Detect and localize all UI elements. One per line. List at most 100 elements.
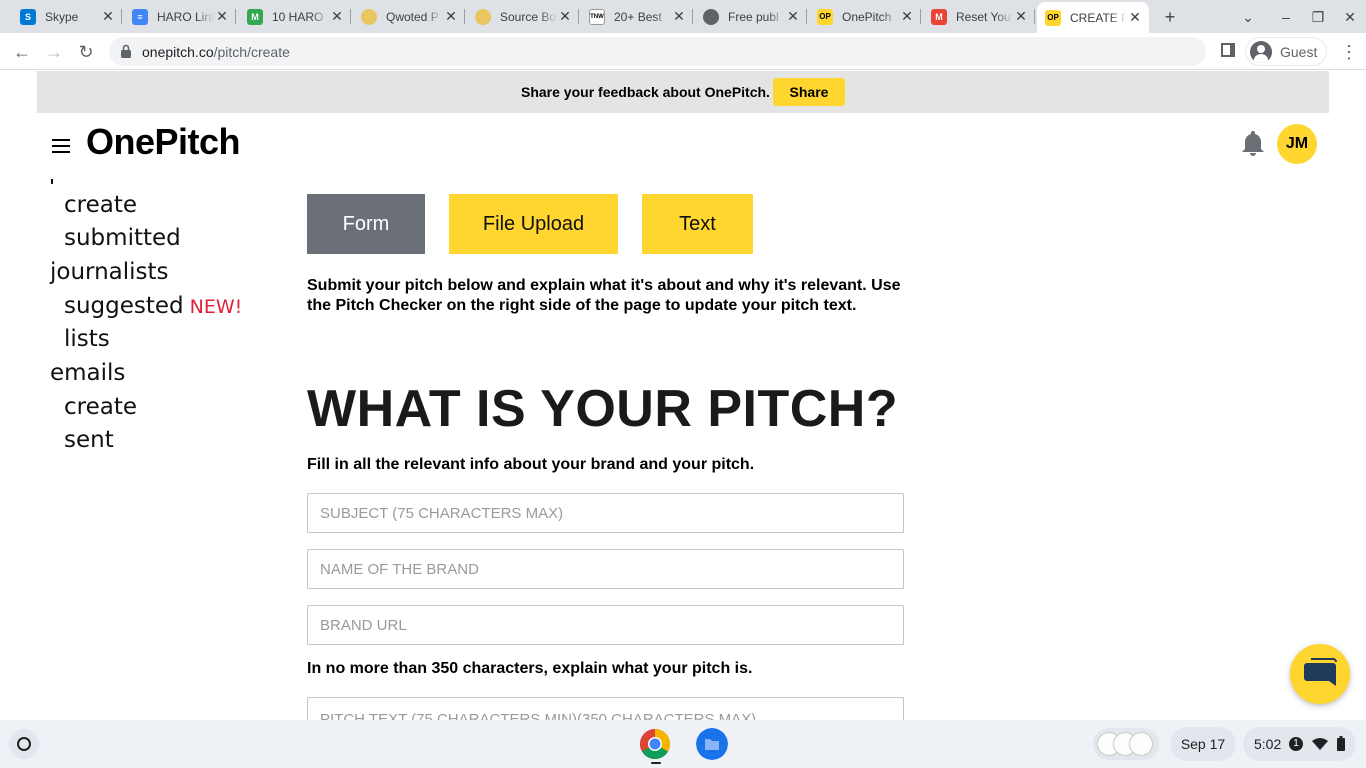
browser-tab[interactable]: Free publ ✕ bbox=[695, 4, 807, 29]
close-tab-icon[interactable]: ✕ bbox=[1013, 8, 1029, 25]
file-upload-mode-button[interactable]: File Upload bbox=[449, 194, 618, 254]
coin-icon bbox=[361, 8, 377, 25]
files-app-icon[interactable] bbox=[696, 728, 728, 760]
profile-button[interactable]: Guest bbox=[1245, 37, 1327, 66]
new-badge: NEW! bbox=[189, 296, 243, 318]
tab-strip: S Skype ✕ ≡ HARO Link ✕ M 10 HARO ✕ Qwoted P ✕ Sour… bbox=[0, 0, 1366, 33]
tab-title: Skype bbox=[45, 9, 79, 24]
feedback-banner: Share your feedback about OnePitch. Shar… bbox=[37, 71, 1329, 113]
new-tab-icon[interactable]: + bbox=[1159, 6, 1181, 28]
browser-tab[interactable]: S Skype ✕ bbox=[12, 4, 122, 29]
browser-tab[interactable]: OP OnePitch ✕ bbox=[809, 4, 921, 29]
profile-avatar-icon bbox=[1250, 40, 1272, 63]
chat-bubble-icon bbox=[1304, 658, 1337, 686]
status-tray[interactable]: 5:02 1 bbox=[1243, 727, 1356, 761]
globe-icon bbox=[703, 8, 719, 25]
brand-name-input[interactable] bbox=[307, 549, 904, 589]
user-avatar[interactable]: JM bbox=[1277, 124, 1317, 164]
subject-input[interactable] bbox=[307, 493, 904, 533]
page-title: WHAT IS YOUR PITCH? bbox=[307, 380, 899, 438]
sidebar-item-emails-sent[interactable]: sent bbox=[64, 427, 114, 453]
pitch-text-input[interactable] bbox=[307, 697, 904, 720]
sidebar-item-emails-create[interactable]: create bbox=[64, 394, 137, 420]
close-tab-icon[interactable]: ✕ bbox=[100, 8, 116, 25]
chrome-icon[interactable] bbox=[639, 728, 671, 760]
chat-widget-button[interactable] bbox=[1290, 644, 1350, 704]
sidebar-item-pitch-create[interactable]: create bbox=[64, 192, 137, 218]
sidebar-item-suggested[interactable]: suggested NEW! bbox=[64, 293, 242, 319]
os-shelf: Sep 17 5:02 1 bbox=[0, 720, 1366, 768]
tab-title: Source Bo bbox=[500, 9, 557, 24]
close-tab-icon[interactable]: ✕ bbox=[671, 8, 687, 25]
tab-title: Free publ bbox=[728, 9, 779, 24]
tnw-icon: TNW bbox=[589, 8, 605, 25]
browser-tab[interactable]: Qwoted P ✕ bbox=[353, 4, 465, 29]
m-icon: M bbox=[247, 8, 263, 25]
wifi-icon bbox=[1312, 738, 1328, 750]
web-page: Share your feedback about OnePitch. Shar… bbox=[0, 71, 1366, 720]
coin-icon bbox=[475, 8, 491, 25]
launcher-icon[interactable] bbox=[9, 729, 39, 759]
tab-title: 10 HARO bbox=[272, 9, 324, 24]
close-tab-icon[interactable]: ✕ bbox=[899, 8, 915, 25]
feedback-message: Share your feedback about OnePitch. bbox=[521, 84, 770, 100]
chrome-running-indicator bbox=[651, 762, 661, 764]
tab-title: Qwoted P bbox=[386, 9, 439, 24]
skype-icon: S bbox=[20, 8, 36, 25]
restore-icon[interactable]: ❐ bbox=[1307, 6, 1329, 28]
close-tab-icon[interactable]: ✕ bbox=[214, 8, 230, 25]
tab-title: Reset You bbox=[956, 9, 1011, 24]
tab-title: HARO Link bbox=[157, 9, 214, 24]
browser-tab[interactable]: M 10 HARO ✕ bbox=[239, 4, 351, 29]
browser-tab[interactable]: Source Bo ✕ bbox=[467, 4, 579, 29]
side-panel-icon[interactable] bbox=[1221, 43, 1235, 57]
sidebar-fragment bbox=[51, 179, 53, 184]
notification-count-badge: 1 bbox=[1289, 737, 1303, 751]
browser-toolbar: ← → ↻ onepitch.co/pitch/create Guest ⋮ bbox=[0, 33, 1366, 70]
clock-time: 5:02 bbox=[1254, 736, 1282, 752]
forward-icon[interactable]: → bbox=[42, 40, 66, 64]
tab-title: OnePitch bbox=[842, 9, 892, 24]
lock-icon bbox=[121, 44, 131, 58]
google-docs-icon: ≡ bbox=[132, 8, 148, 25]
back-icon[interactable]: ← bbox=[10, 40, 34, 64]
form-mode-button[interactable]: Form bbox=[307, 194, 425, 254]
close-tab-icon[interactable]: ✕ bbox=[1127, 9, 1143, 26]
url-text: onepitch.co/pitch/create bbox=[142, 44, 290, 60]
sidebar-section-journalists[interactable]: journalists bbox=[50, 259, 169, 285]
sidebar-item-pitch-submitted[interactable]: submitted bbox=[64, 225, 181, 251]
reload-icon[interactable]: ↻ bbox=[74, 40, 98, 64]
close-tab-icon[interactable]: ✕ bbox=[785, 8, 801, 25]
tab-title: CREATE P bbox=[1070, 10, 1127, 25]
text-mode-button[interactable]: Text bbox=[642, 194, 753, 254]
sidebar-item-lists[interactable]: lists bbox=[64, 326, 110, 352]
battery-icon bbox=[1337, 736, 1345, 751]
sidebar-item-label: suggested bbox=[64, 293, 184, 319]
profile-label: Guest bbox=[1280, 43, 1318, 60]
hamburger-menu-icon[interactable] bbox=[52, 139, 70, 153]
close-tab-icon[interactable]: ✕ bbox=[329, 8, 345, 25]
onepitch-icon: OP bbox=[1045, 9, 1061, 26]
close-tab-icon[interactable]: ✕ bbox=[557, 8, 573, 25]
tab-title: 20+ Best bbox=[614, 9, 662, 24]
form-subheading: Fill in all the relevant info about your… bbox=[307, 456, 755, 473]
close-tab-icon[interactable]: ✕ bbox=[443, 8, 459, 25]
date-pill[interactable]: Sep 17 bbox=[1170, 727, 1236, 761]
browser-tab[interactable]: OP CREATE P ✕ bbox=[1037, 2, 1149, 33]
onepitch-logo[interactable]: OnePitch bbox=[86, 121, 241, 163]
browser-tab[interactable]: M Reset You ✕ bbox=[923, 4, 1035, 29]
sidebar-section-emails[interactable]: emails bbox=[50, 360, 125, 386]
notification-bell-icon[interactable] bbox=[1240, 129, 1266, 157]
browser-tab[interactable]: ≡ HARO Link ✕ bbox=[124, 4, 236, 29]
address-bar[interactable]: onepitch.co/pitch/create bbox=[109, 37, 1206, 66]
pitch-text-prompt: In no more than 350 characters, explain … bbox=[307, 660, 753, 677]
tab-search-icon[interactable]: ⌄ bbox=[1237, 6, 1259, 28]
onepitch-icon: OP bbox=[817, 8, 833, 25]
browser-menu-icon[interactable]: ⋮ bbox=[1339, 40, 1359, 64]
minimize-icon[interactable]: – bbox=[1275, 6, 1297, 28]
share-feedback-button[interactable]: Share bbox=[773, 78, 845, 106]
close-window-icon[interactable]: ✕ bbox=[1339, 6, 1361, 28]
browser-tab[interactable]: TNW 20+ Best ✕ bbox=[581, 4, 693, 29]
brand-url-input[interactable] bbox=[307, 605, 904, 645]
holding-space-icon[interactable] bbox=[1093, 728, 1159, 760]
